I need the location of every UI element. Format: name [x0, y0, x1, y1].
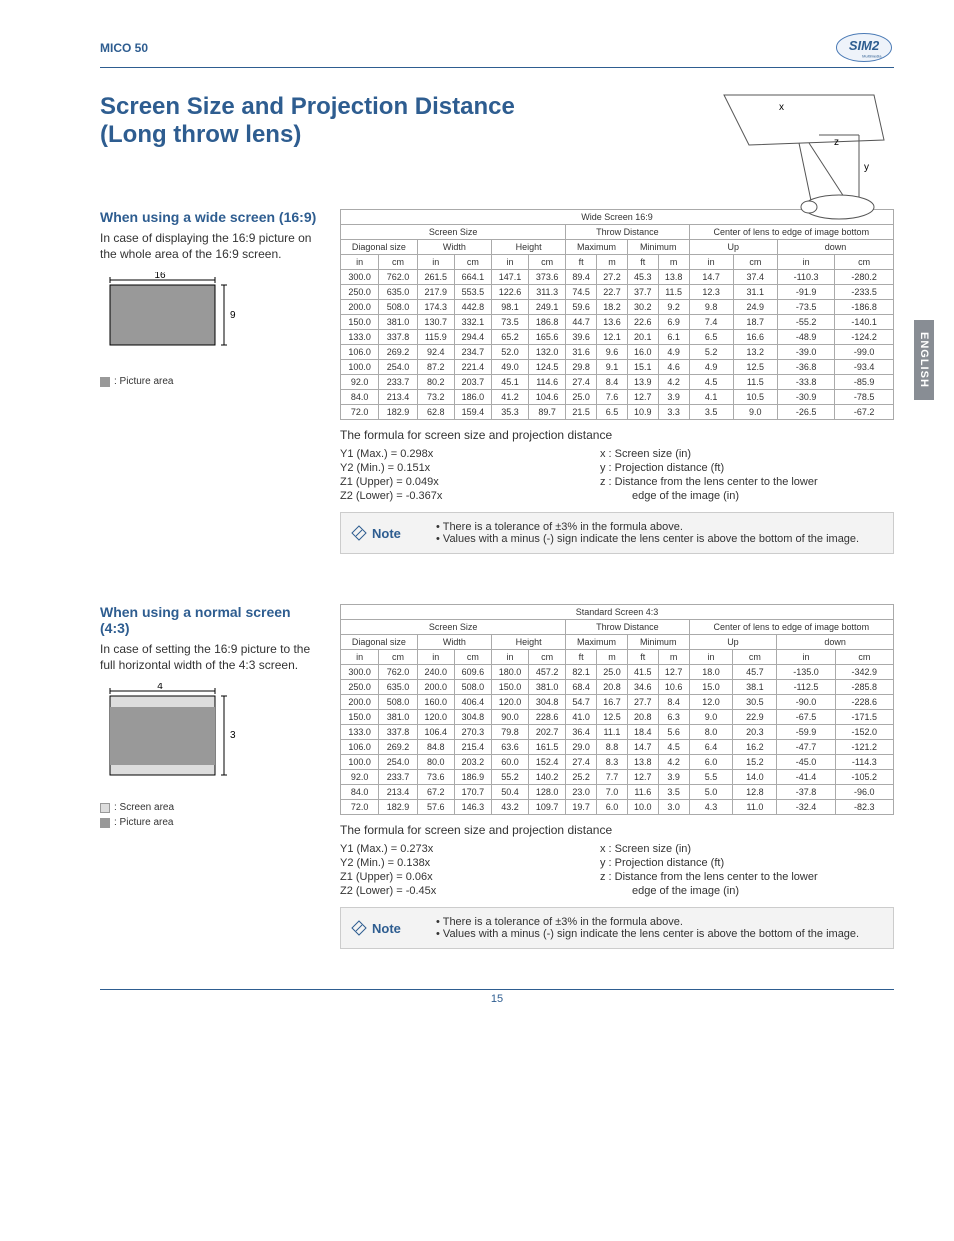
- note-box: Note There is a tolerance of ±3% in the …: [340, 907, 894, 949]
- norm-table: Standard Screen 4:3 Screen Size Throw Di…: [340, 604, 894, 815]
- table-row: 300.0762.0261.5664.1147.1373.689.427.245…: [341, 270, 894, 285]
- svg-text:z: z: [834, 137, 839, 148]
- table-row: 133.0337.8115.9294.465.2165.639.612.120.…: [341, 330, 894, 345]
- units-row: incmincmincmftmftmincmincm: [341, 650, 894, 665]
- table-body: 300.0762.0261.5664.1147.1373.689.427.245…: [341, 270, 894, 420]
- table-row: 100.0254.087.2221.449.0124.529.89.115.14…: [341, 360, 894, 375]
- table-row: 300.0762.0240.0609.6180.0457.282.125.041…: [341, 665, 894, 680]
- table-row: 72.0182.962.8159.435.389.721.56.510.93.3…: [341, 405, 894, 420]
- svg-text:4: 4: [157, 683, 163, 692]
- svg-text:y: y: [864, 162, 869, 173]
- table-row: 92.0233.773.6186.955.2140.225.27.712.73.…: [341, 770, 894, 785]
- sidetag: ENGLISH: [914, 320, 934, 400]
- svg-text:16: 16: [154, 272, 166, 281]
- wide-sidebar: When using a wide screen (16:9) In case …: [100, 209, 320, 554]
- svg-text:9: 9: [230, 310, 236, 321]
- table-row: 84.0213.473.2186.041.2104.625.07.612.73.…: [341, 390, 894, 405]
- table-row: 200.0508.0174.3442.898.1249.159.618.230.…: [341, 300, 894, 315]
- table-row: 106.0269.284.8215.463.6161.529.08.814.74…: [341, 740, 894, 755]
- wide-heading: When using a wide screen (16:9): [100, 209, 320, 225]
- svg-text:Multimedia: Multimedia: [862, 54, 882, 59]
- formula-title: The formula for screen size and projecti…: [340, 823, 894, 837]
- header: MICO 50 SIM2 Multimedia: [100, 30, 894, 68]
- table-body: 300.0762.0240.0609.6180.0457.282.125.041…: [341, 665, 894, 815]
- table-row: 106.0269.292.4234.752.0132.031.69.616.04…: [341, 345, 894, 360]
- formula-title: The formula for screen size and projecti…: [340, 428, 894, 442]
- page-title: Screen Size and Projection Distance (Lon…: [100, 93, 580, 149]
- table-row: 92.0233.780.2203.745.1114.627.48.413.94.…: [341, 375, 894, 390]
- svg-text:SIM2: SIM2: [849, 38, 880, 53]
- note-box: Note There is a tolerance of ±3% in the …: [340, 512, 894, 554]
- projection-diagram: x z y: [694, 85, 894, 220]
- norm-desc: In case of setting the 16:9 picture to t…: [100, 641, 320, 673]
- svg-text:3: 3: [230, 730, 236, 741]
- sim2-logo: SIM2 Multimedia: [834, 30, 894, 65]
- page-number: 15: [100, 989, 894, 1005]
- table-row: 84.0213.467.2170.750.4128.023.07.011.63.…: [341, 785, 894, 800]
- table-row: 250.0635.0200.0508.0150.0381.068.420.834…: [341, 680, 894, 695]
- table-row: 100.0254.080.0203.260.0152.427.48.313.84…: [341, 755, 894, 770]
- note-icon: Note: [351, 521, 436, 545]
- wide-desc: In case of displaying the 16:9 picture o…: [100, 230, 320, 262]
- legend-picture: : Picture area: [100, 817, 320, 828]
- note-icon: Note: [351, 916, 436, 940]
- table-row: 150.0381.0120.0304.890.0228.641.012.520.…: [341, 710, 894, 725]
- norm-sidebar: When using a normal screen (4:3) In case…: [100, 604, 320, 949]
- aspect-16-9-diagram: 16 9: [100, 272, 250, 357]
- legend-picture: : Picture area: [100, 376, 320, 387]
- table-row: 200.0508.0160.0406.4120.0304.854.716.727…: [341, 695, 894, 710]
- wide-table: Wide Screen 16:9 Screen Size Throw Dista…: [340, 209, 894, 420]
- svg-text:x: x: [779, 102, 784, 113]
- aspect-4-3-diagram: 4 3: [100, 683, 250, 783]
- units-row: incmincmincmftmftmincmincm: [341, 255, 894, 270]
- table-row: 72.0182.957.6146.343.2109.719.76.010.03.…: [341, 800, 894, 815]
- model-label: MICO 50: [100, 41, 148, 55]
- table-row: 133.0337.8106.4270.379.8202.736.411.118.…: [341, 725, 894, 740]
- table-row: 150.0381.0130.7332.173.5186.844.713.622.…: [341, 315, 894, 330]
- norm-heading: When using a normal screen (4:3): [100, 604, 320, 636]
- wide-content: Wide Screen 16:9 Screen Size Throw Dista…: [340, 209, 894, 554]
- legend-screen: : Screen area: [100, 802, 320, 813]
- norm-content: Standard Screen 4:3 Screen Size Throw Di…: [340, 604, 894, 949]
- table-row: 250.0635.0217.9553.5122.6311.374.522.737…: [341, 285, 894, 300]
